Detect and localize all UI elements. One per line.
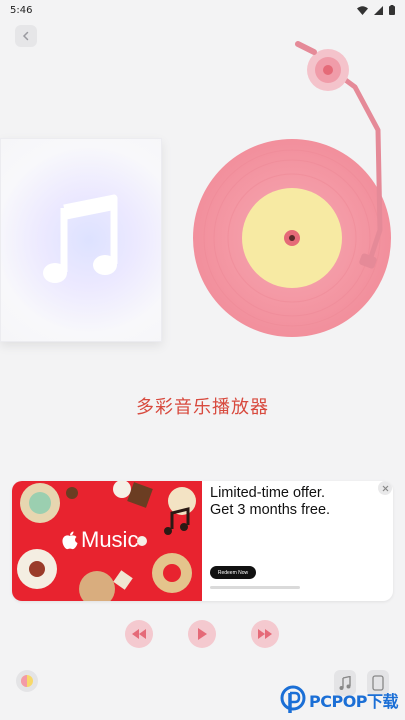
ad-close-button[interactable] <box>378 481 392 495</box>
ad-fine-print <box>210 586 300 589</box>
album-art <box>0 138 162 342</box>
status-icons <box>357 5 395 15</box>
music-note-icon <box>43 194 118 283</box>
ad-brand: Music <box>81 527 139 552</box>
next-button[interactable] <box>251 620 279 648</box>
back-button[interactable] <box>15 25 37 47</box>
close-icon <box>382 485 388 491</box>
watermark-text: PCPOP下载 <box>309 692 399 711</box>
app-title: 多彩音乐播放器 <box>136 397 269 418</box>
play-icon <box>198 628 207 640</box>
status-bar: 5:46 <box>0 0 405 20</box>
status-time: 5:46 <box>10 4 33 16</box>
theme-button[interactable] <box>16 670 38 692</box>
vinyl-turntable <box>180 30 405 350</box>
pcpop-logo-icon <box>280 685 306 713</box>
battery-icon <box>389 5 395 15</box>
previous-button[interactable] <box>125 620 153 648</box>
ad-headline-line1: Limited-time offer. <box>210 485 325 501</box>
ad-image[interactable]: Music <box>12 481 202 601</box>
rewind-icon <box>132 629 146 639</box>
vinyl-record-graphic <box>193 41 391 337</box>
ad-headline: Limited-time offer. Get 3 months free. <box>210 485 360 519</box>
ad-logo: Music <box>62 527 138 553</box>
chevron-left-icon <box>22 31 29 41</box>
ad-headline-line2: Get 3 months free. <box>210 502 331 518</box>
fast-forward-icon <box>258 629 272 639</box>
ad-cta-button[interactable]: Redeem Now <box>210 566 256 579</box>
color-palette-icon <box>21 675 33 687</box>
apple-logo-icon <box>62 531 78 549</box>
play-button[interactable] <box>188 620 216 648</box>
wifi-icon <box>357 5 368 15</box>
ad-banner[interactable]: Music Limited-time offer. Get 3 months f… <box>12 481 393 601</box>
signal-icon <box>374 5 383 15</box>
watermark: PCPOP下载 <box>280 683 405 717</box>
